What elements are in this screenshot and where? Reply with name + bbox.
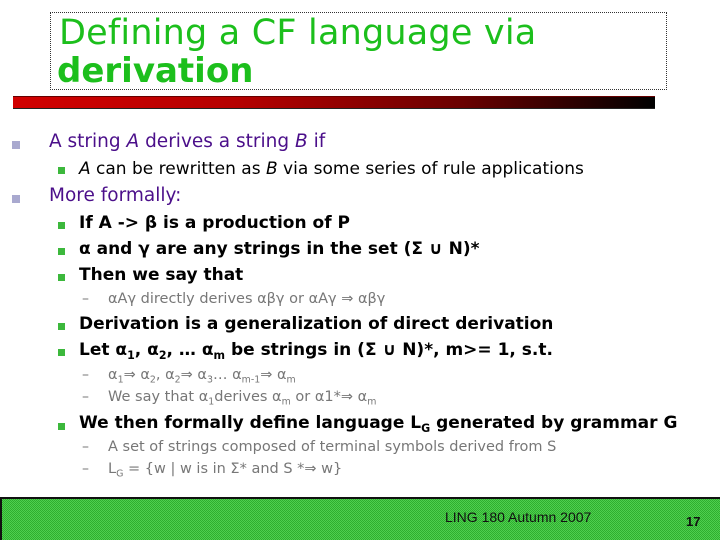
subscript: m-1 — [241, 374, 261, 386]
var-a: A — [79, 159, 91, 179]
bullet-more-formally: More formally: — [49, 185, 182, 206]
subsub-lg-definition: LG = {w | w is in Σ* and S *⇒ w} — [108, 461, 342, 479]
text: We say that α — [108, 389, 209, 405]
bullet-square-icon — [58, 274, 65, 281]
subscript: m — [286, 374, 296, 386]
subsub-set-of-strings: A set of strings composed of terminal sy… — [108, 439, 557, 455]
text: Let α — [79, 340, 128, 360]
text: ⇒ α — [260, 367, 287, 383]
subscript: m — [281, 396, 291, 408]
var-b: B — [265, 159, 278, 179]
text: L — [108, 461, 117, 477]
text: … α — [213, 367, 242, 383]
subsub-alpha-chain: α1⇒ α2, α2⇒ α3… αm-1⇒ αm — [108, 367, 296, 385]
text: or α1*⇒ α — [290, 389, 368, 405]
text: = {w | w is in Σ* and S *⇒ w} — [123, 461, 343, 477]
text: via some series of rule applications — [277, 159, 584, 179]
text: α — [108, 367, 118, 383]
text: derives a string — [139, 131, 295, 152]
bullet-square-icon — [58, 167, 65, 174]
bullet-square-icon — [58, 323, 65, 330]
text: ⇒ α — [180, 367, 207, 383]
subbullet-rewritten: A can be rewritten as B via some series … — [79, 159, 584, 179]
subscript: 1 — [127, 348, 135, 362]
var-a: A — [126, 131, 140, 152]
subbullet-let-alpha: Let α1, α2, … αm be strings in (Σ ∪ N)*,… — [79, 340, 553, 362]
bullet-string-derives: A string A derives a string B if — [49, 131, 325, 152]
text: can be rewritten as — [90, 159, 266, 179]
bullet-square-icon — [58, 349, 65, 356]
subsub-we-say-derives: We say that α1derives αm or α1*⇒ αm — [108, 389, 376, 407]
subbullet-then-we-say: Then we say that — [79, 265, 244, 285]
slide-title-line2: derivation — [57, 51, 254, 91]
text: A string — [49, 131, 127, 152]
dash-bullet: – — [82, 439, 89, 455]
subbullet-derivation-generalization: Derivation is a generalization of direct… — [79, 314, 554, 334]
bullet-square-icon — [58, 222, 65, 229]
dash-bullet: – — [82, 291, 89, 307]
dash-bullet: – — [82, 389, 89, 405]
text: We then formally define language L — [79, 413, 422, 433]
slide-title-line1: Defining a CF language via — [59, 13, 537, 53]
title-underline-bar — [13, 96, 655, 109]
subscript: G — [421, 421, 431, 435]
slide-footer: LING 180 Autumn 2007 17 — [0, 497, 720, 540]
subscript: m — [367, 396, 377, 408]
bullet-square-icon — [58, 423, 65, 430]
bullet-square-icon — [58, 248, 65, 255]
text: , α — [134, 340, 159, 360]
text: derives α — [214, 389, 282, 405]
var-b: B — [295, 131, 308, 152]
text: , α — [155, 367, 175, 383]
footer-course-label: LING 180 Autumn 2007 — [445, 509, 592, 525]
text: generated by grammar G — [430, 413, 678, 433]
dash-bullet: – — [82, 461, 89, 477]
subscript: 2 — [158, 348, 167, 362]
bullet-square-icon — [12, 195, 20, 203]
text: , … α — [166, 340, 214, 360]
subbullet-production: If A -> β is a production of P — [79, 213, 350, 233]
text: ⇒ α — [123, 367, 150, 383]
slide-page-number: 17 — [686, 514, 701, 529]
subsub-directly-derives: αAγ directly derives αβγ or αAγ ⇒ αβγ — [108, 291, 386, 307]
subscript: m — [213, 348, 226, 362]
text: if — [307, 131, 326, 152]
subbullet-any-strings: α and γ are any strings in the set (Σ ∪ … — [79, 239, 480, 259]
text: be strings in (Σ ∪ N)*, m>= 1, s.t. — [225, 340, 553, 360]
bullet-square-icon — [12, 141, 20, 149]
title-box: Defining a CF language via derivation — [50, 12, 667, 91]
subbullet-define-language: We then formally define language LG gene… — [79, 413, 677, 435]
dash-bullet: – — [82, 367, 89, 383]
